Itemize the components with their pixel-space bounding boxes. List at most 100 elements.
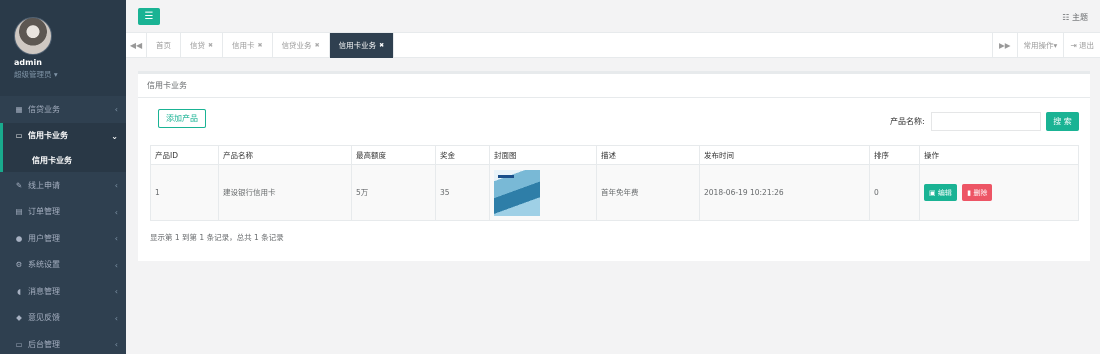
sidebar-item-label: 用户管理 [28,233,60,243]
search-button[interactable]: 搜 索 [1046,112,1079,131]
credit-card-icon: ▭ [15,131,23,141]
cell-cover [489,164,597,221]
tab-credit-card[interactable]: 信用卡 ✖ [223,33,273,58]
sidebar: admin 超级管理员 ▾ ▦ 信贷业务 ‹ ▭ 信用卡业务 ⌄ 信用卡业务 ✎… [0,0,126,354]
avatar[interactable] [14,17,52,55]
tag-icon: ◆ [16,313,22,323]
pagination-info: 显示第 1 到第 1 条记录，总共 1 条记录 [150,233,284,242]
user-icon: ● [15,233,23,243]
chevron-left-icon: ‹ [114,234,118,243]
sidebar-item-feedback[interactable]: ◆ 意见反馈 ‹ [0,305,126,332]
chevron-left-icon: ‹ [114,105,118,114]
profile-name: admin [14,58,42,67]
tasks-icon: ☷ [1062,13,1070,22]
column-header[interactable]: 奖金 [435,145,490,165]
cover-image[interactable] [494,169,540,216]
close-tab-icon[interactable]: ✖ [379,42,384,49]
product-name-search-input[interactable] [931,112,1041,131]
tab-credit-business[interactable]: 信贷业务 ✖ [273,33,330,58]
logout-label: 退出 [1079,41,1094,50]
close-tab-icon[interactable]: ✖ [208,42,213,49]
submenu-item-credit-card-business[interactable]: 信用卡业务 [0,149,126,172]
forward-icon: ▶▶ [999,41,1011,50]
cogs-icon: ⚙ [15,260,23,270]
table-row: 1 建设银行信用卡 5万 35 首年免年费 2018-06-19 10:21:2… [150,164,1079,221]
chevron-left-icon: ‹ [114,340,118,349]
cell-publish-time: 2018-06-19 10:21:26 [699,164,870,221]
tab-label: 信贷业务 [281,41,312,50]
chevron-left-icon: ‹ [114,313,118,323]
theme-link[interactable]: ☷ 主题 [1062,12,1088,23]
chevron-left-icon: ‹ [114,207,118,217]
column-header[interactable]: 封面图 [489,145,597,165]
cell-description: 首年免年费 [596,164,700,221]
sidebar-item-users[interactable]: ● 用户管理 ‹ [0,225,126,252]
cell-actions: ▣ 编辑 ▮ 删除 [919,164,1079,221]
sidebar-item-settings[interactable]: ⚙ 系统设置 ‹ [0,252,126,279]
top-navbar: ☰ ☷ 主题 [126,0,1100,33]
column-header[interactable]: 排序 [869,145,920,165]
hamburger-icon: ☰ [144,11,154,22]
sidebar-item-label: 订单管理 [28,207,60,217]
logout-button[interactable]: ⇥ 退出 [1063,33,1100,58]
tab-home[interactable]: 首页 [147,33,181,58]
column-header[interactable]: 最高额度 [351,145,436,165]
sidebar-item-label: 系统设置 [28,260,60,270]
sidebar-item-online-apply[interactable]: ✎ 线上申请 ‹ [0,172,126,199]
tabs: 首页 信贷 ✖ 信用卡 ✖ 信贷业务 ✖ 信用卡业务 ✖ [147,33,395,58]
comment-icon: ◖ [17,286,21,296]
sidebar-item-credit-loan[interactable]: ▦ 信贷业务 ‹ [0,96,126,123]
desktop-icon: ▭ [15,339,23,349]
product-table: 产品ID 产品名称 最高额度 奖金 封面图 描述 发布时间 排序 操作 1 建设… [150,145,1079,221]
sidebar-item-label: 信用卡业务 [28,131,68,141]
menu-toggle-button[interactable]: ☰ [138,8,160,25]
backward-icon: ◀◀ [129,41,143,50]
edit-button[interactable]: ▣ 编辑 [924,184,957,201]
add-product-button[interactable]: 添加产品 [158,109,206,128]
tab-credit-card-business[interactable]: 信用卡业务 ✖ [329,33,395,58]
sidebar-item-label: 线上申请 [28,180,60,190]
sidebar-item-label: 信贷业务 [28,104,60,114]
chevron-down-icon: ⌄ [111,131,118,141]
chevron-left-icon: ‹ [114,260,118,270]
close-tab-icon[interactable]: ✖ [258,42,263,49]
profile-role-dropdown[interactable]: 超级管理员 ▾ [14,69,58,80]
tab-label: 信用卡业务 [338,41,377,50]
cell-product-name: 建设银行信用卡 [218,164,352,221]
list-icon: ▤ [15,207,23,217]
profile: admin 超级管理员 ▾ [0,0,126,96]
sidebar-item-messages[interactable]: ◖ 消息管理 ‹ [0,278,126,305]
sidebar-item-label: 消息管理 [28,286,60,296]
sidebar-item-orders[interactable]: ▤ 订单管理 ‹ [0,199,126,226]
search-label: 产品名称: [890,117,925,126]
tab-label: 信用卡 [232,41,255,50]
theme-label: 主题 [1072,13,1088,22]
trash-icon: ▮ [967,188,972,197]
sign-out-icon: ⇥ [1070,41,1077,50]
content-panel: 信用卡业务 添加产品 产品名称: 搜 索 产品ID 产品名称 最高额度 奖金 封… [138,71,1090,261]
tab-label: 信贷 [190,41,205,50]
chevron-left-icon: ‹ [114,287,118,296]
cell-bonus: 35 [435,164,490,221]
tab-credit[interactable]: 信贷 ✖ [181,33,224,58]
sidebar-item-credit-card[interactable]: ▭ 信用卡业务 ⌄ [0,122,126,149]
chevron-left-icon: ‹ [114,181,118,190]
common-ops-dropdown[interactable]: 常用操作▾ [1016,33,1064,58]
delete-button[interactable]: ▮ 删除 [962,184,993,201]
cell-sort: 0 [869,164,920,221]
column-header[interactable]: 产品名称 [218,145,352,165]
sidebar-item-label: 后台管理 [28,339,60,349]
sidebar-item-admin[interactable]: ▭ 后台管理 ‹ [0,331,126,354]
tab-scroll-right-button[interactable]: ▶▶ [992,33,1017,58]
calendar-icon: ▦ [15,104,23,114]
table-header-row: 产品ID 产品名称 最高额度 奖金 封面图 描述 发布时间 排序 操作 [150,145,1079,165]
tab-right-controls: ▶▶ 常用操作▾ ⇥ 退出 [992,33,1100,58]
close-tab-icon[interactable]: ✖ [315,42,320,49]
panel-title: 信用卡业务 [138,74,1090,98]
column-header[interactable]: 描述 [596,145,700,165]
edit-label: 编辑 [937,188,952,197]
tab-scroll-left-button[interactable]: ◀◀ [126,33,147,58]
column-header[interactable]: 发布时间 [699,145,870,165]
column-header[interactable]: 产品ID [150,145,219,165]
sidebar-menu: ▦ 信贷业务 ‹ ▭ 信用卡业务 ⌄ 信用卡业务 ✎ 线上申请 ‹ ▤ 订单管理… [0,96,126,354]
